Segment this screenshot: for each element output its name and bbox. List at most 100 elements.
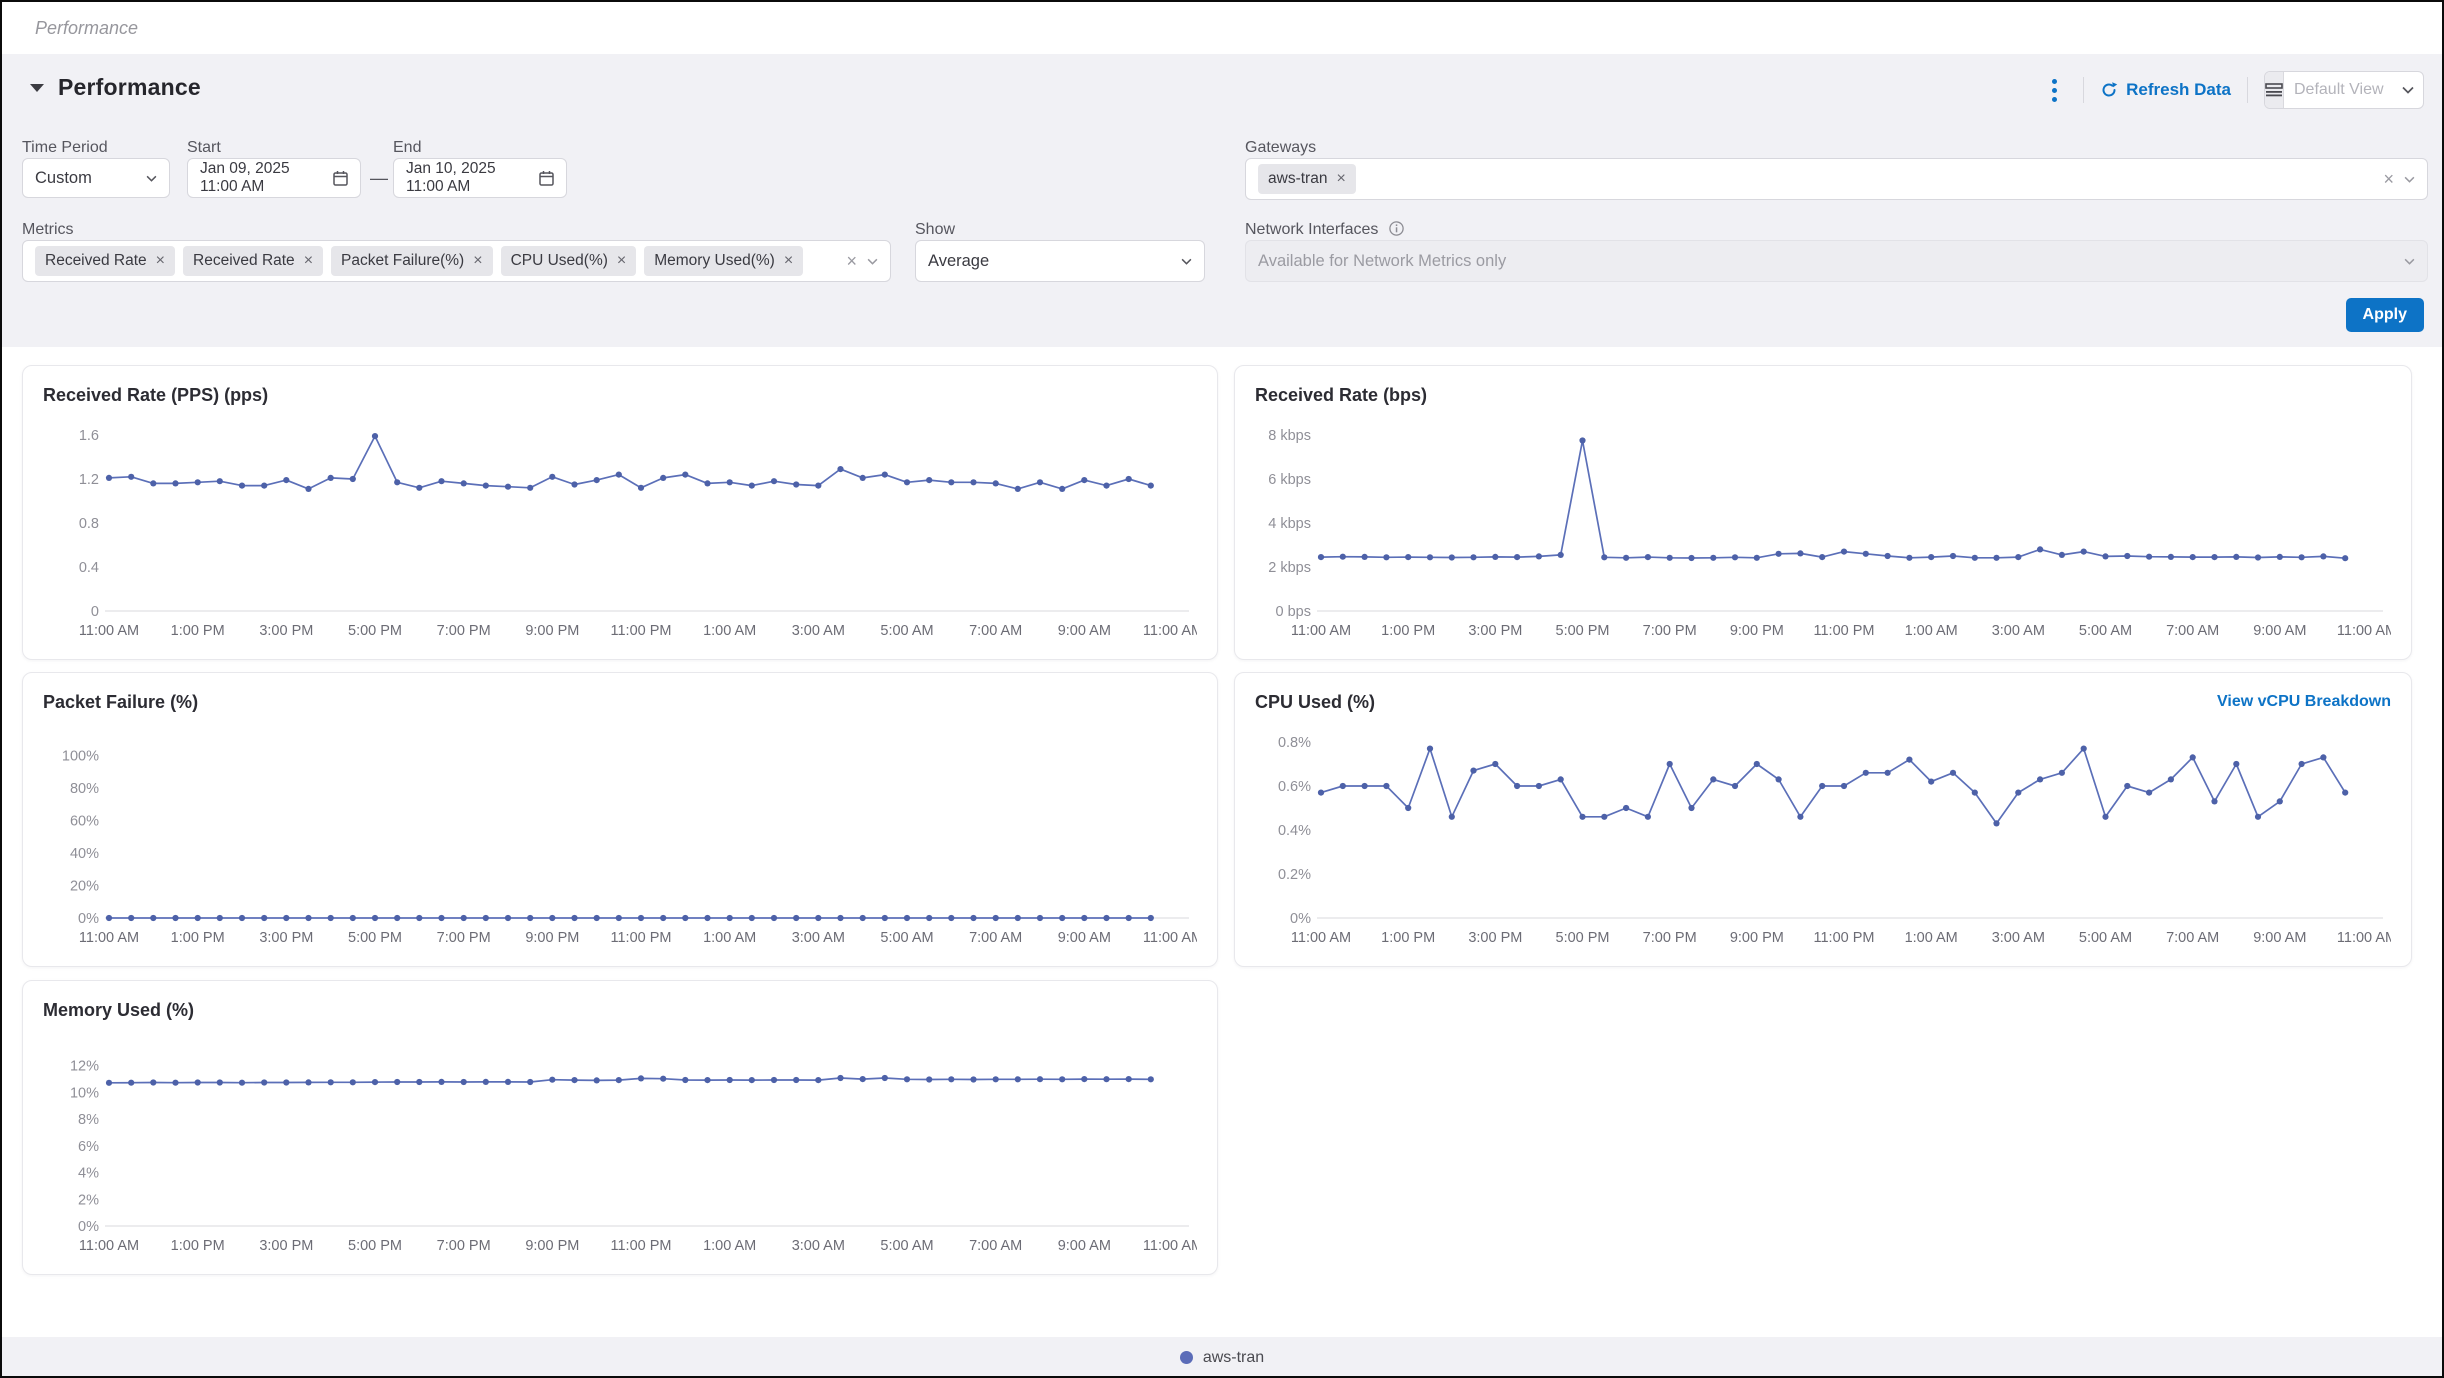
time-period-select[interactable]: Custom bbox=[22, 158, 170, 198]
clear-selection-icon[interactable]: × bbox=[2383, 170, 2394, 188]
svg-text:3:00 AM: 3:00 AM bbox=[1992, 623, 2045, 639]
legend-series-dot[interactable] bbox=[1180, 1351, 1193, 1364]
calendar-icon[interactable] bbox=[539, 170, 554, 186]
svg-text:8%: 8% bbox=[78, 1112, 99, 1128]
svg-text:5:00 PM: 5:00 PM bbox=[348, 1238, 402, 1254]
received-rate-bps-card: Received Rate (bps) 8 kbps6 kbps4 kbps2 … bbox=[1234, 365, 2412, 660]
chip-label: Packet Failure(%) bbox=[341, 252, 464, 270]
chart-title: Memory Used (%) bbox=[43, 1000, 194, 1021]
chip-label: aws-tran bbox=[1268, 170, 1327, 188]
chip-remove-icon[interactable]: × bbox=[617, 253, 626, 269]
view-layout-icon[interactable] bbox=[2265, 72, 2284, 108]
svg-text:9:00 PM: 9:00 PM bbox=[1730, 930, 1784, 946]
chart-title: CPU Used (%) bbox=[1255, 692, 1375, 713]
metric-chip[interactable]: Received Rate× bbox=[183, 246, 323, 276]
start-label: Start bbox=[187, 139, 221, 157]
svg-text:5:00 AM: 5:00 AM bbox=[2079, 930, 2132, 946]
svg-text:0.8%: 0.8% bbox=[1278, 735, 1311, 751]
end-datetime-input[interactable]: Jan 10, 2025 11:00 AM bbox=[393, 158, 567, 198]
refresh-data-button[interactable]: Refresh Data bbox=[2100, 80, 2231, 100]
svg-text:6 kbps: 6 kbps bbox=[1268, 472, 1311, 488]
chart-title: Received Rate (bps) bbox=[1255, 385, 1427, 406]
svg-text:11:00 PM: 11:00 PM bbox=[611, 623, 672, 639]
chip-remove-icon[interactable]: × bbox=[304, 253, 313, 269]
svg-text:9:00 AM: 9:00 AM bbox=[1058, 623, 1111, 639]
metrics-multiselect[interactable]: Received Rate× Received Rate× Packet Failu… bbox=[22, 240, 891, 282]
metric-chip[interactable]: Memory Used(%) × bbox=[644, 246, 803, 276]
svg-text:0%: 0% bbox=[78, 1219, 99, 1235]
info-icon[interactable] bbox=[1389, 221, 1404, 236]
svg-text:3:00 PM: 3:00 PM bbox=[259, 1238, 313, 1254]
chevron-down-icon bbox=[146, 175, 157, 182]
svg-text:11:00 AM: 11:00 AM bbox=[1291, 623, 1351, 639]
time-period-label: Time Period bbox=[22, 139, 108, 157]
svg-text:11:00 PM: 11:00 PM bbox=[1814, 623, 1875, 639]
chevron-down-icon[interactable] bbox=[867, 258, 878, 265]
breadcrumb-bar: Performance bbox=[2, 2, 2442, 54]
metric-chip[interactable]: Packet Failure(%) × bbox=[331, 246, 493, 276]
refresh-icon bbox=[2100, 81, 2118, 99]
kebab-menu-icon[interactable] bbox=[2042, 73, 2067, 108]
svg-text:11:00 AM: 11:00 AM bbox=[2337, 930, 2391, 946]
svg-text:5:00 PM: 5:00 PM bbox=[1556, 930, 1610, 946]
legend-series-label[interactable]: aws-tran bbox=[1203, 1349, 1264, 1367]
svg-text:1:00 AM: 1:00 AM bbox=[703, 623, 756, 639]
svg-text:7:00 AM: 7:00 AM bbox=[2166, 623, 2219, 639]
chart-title: Packet Failure (%) bbox=[43, 692, 198, 713]
collapse-caret-icon[interactable] bbox=[30, 84, 44, 92]
start-datetime-input[interactable]: Jan 09, 2025 11:00 AM bbox=[187, 158, 361, 198]
network-interfaces-label: Network Interfaces bbox=[1245, 221, 1404, 239]
memory-used-chart-canvas: 12%10%8%6%4%2%0%11:00 AM1:00 PM3:00 PM5:… bbox=[43, 1023, 1197, 1262]
divider bbox=[2247, 77, 2248, 103]
clear-selection-icon[interactable]: × bbox=[846, 252, 857, 270]
chip-remove-icon[interactable]: × bbox=[784, 253, 793, 269]
chevron-down-icon bbox=[1181, 258, 1192, 265]
chip-remove-icon[interactable]: × bbox=[473, 253, 482, 269]
show-select[interactable]: Average bbox=[915, 240, 1205, 282]
chip-remove-icon[interactable]: × bbox=[156, 253, 165, 269]
svg-text:0.4: 0.4 bbox=[79, 560, 99, 576]
svg-text:7:00 PM: 7:00 PM bbox=[1643, 930, 1697, 946]
metrics-label: Metrics bbox=[22, 221, 74, 239]
view-select[interactable]: Default View bbox=[2264, 71, 2424, 109]
metric-chip[interactable]: CPU Used(%) × bbox=[501, 246, 637, 276]
gateway-chip[interactable]: aws-tran × bbox=[1258, 164, 1356, 194]
svg-text:0: 0 bbox=[91, 604, 99, 620]
svg-text:5:00 PM: 5:00 PM bbox=[348, 930, 402, 946]
svg-text:60%: 60% bbox=[70, 813, 99, 829]
end-label: End bbox=[393, 139, 421, 157]
svg-text:1.2: 1.2 bbox=[79, 472, 99, 488]
svg-text:3:00 PM: 3:00 PM bbox=[259, 930, 313, 946]
gateways-multiselect[interactable]: aws-tran × × bbox=[1245, 158, 2428, 200]
gateways-label: Gateways bbox=[1245, 139, 1316, 157]
chip-label: CPU Used(%) bbox=[511, 252, 608, 270]
chip-remove-icon[interactable]: × bbox=[1336, 171, 1345, 187]
chart-legend: aws-tran bbox=[2, 1337, 2442, 1378]
svg-text:1:00 AM: 1:00 AM bbox=[1905, 623, 1958, 639]
view-vcpu-breakdown-link[interactable]: View vCPU Breakdown bbox=[2217, 693, 2391, 711]
svg-text:1:00 PM: 1:00 PM bbox=[1381, 930, 1435, 946]
calendar-icon[interactable] bbox=[333, 170, 348, 186]
charts-area: Received Rate (PPS) (pps) 1.61.20.80.401… bbox=[2, 347, 2442, 1337]
svg-text:7:00 AM: 7:00 AM bbox=[969, 623, 1022, 639]
svg-text:11:00 AM: 11:00 AM bbox=[1143, 623, 1197, 639]
svg-text:4 kbps: 4 kbps bbox=[1268, 516, 1311, 532]
chevron-down-icon bbox=[2404, 258, 2415, 265]
svg-text:12%: 12% bbox=[70, 1059, 99, 1075]
svg-text:11:00 PM: 11:00 PM bbox=[611, 930, 672, 946]
chip-label: Memory Used(%) bbox=[654, 252, 775, 270]
received-rate-pps-chart: 1.61.20.80.4011:00 AM1:00 PM3:00 PM5:00 … bbox=[43, 408, 1197, 647]
svg-text:7:00 PM: 7:00 PM bbox=[1643, 623, 1697, 639]
metric-chip[interactable]: Received Rate× bbox=[35, 246, 175, 276]
svg-text:3:00 PM: 3:00 PM bbox=[259, 623, 313, 639]
chevron-down-icon[interactable] bbox=[2404, 176, 2415, 183]
svg-text:11:00 AM: 11:00 AM bbox=[1291, 930, 1351, 946]
svg-text:11:00 AM: 11:00 AM bbox=[1143, 930, 1197, 946]
svg-text:100%: 100% bbox=[62, 748, 99, 764]
apply-button[interactable]: Apply bbox=[2346, 298, 2424, 332]
cpu-used-chart: 0.8%0.6%0.4%0.2%0%11:00 AM1:00 PM3:00 PM… bbox=[1255, 715, 2391, 954]
svg-text:1:00 AM: 1:00 AM bbox=[1905, 930, 1958, 946]
svg-text:7:00 AM: 7:00 AM bbox=[969, 1238, 1022, 1254]
packet-failure-chart: 100%80%60%40%20%0%11:00 AM1:00 PM3:00 PM… bbox=[43, 715, 1197, 954]
svg-text:5:00 PM: 5:00 PM bbox=[1556, 623, 1610, 639]
